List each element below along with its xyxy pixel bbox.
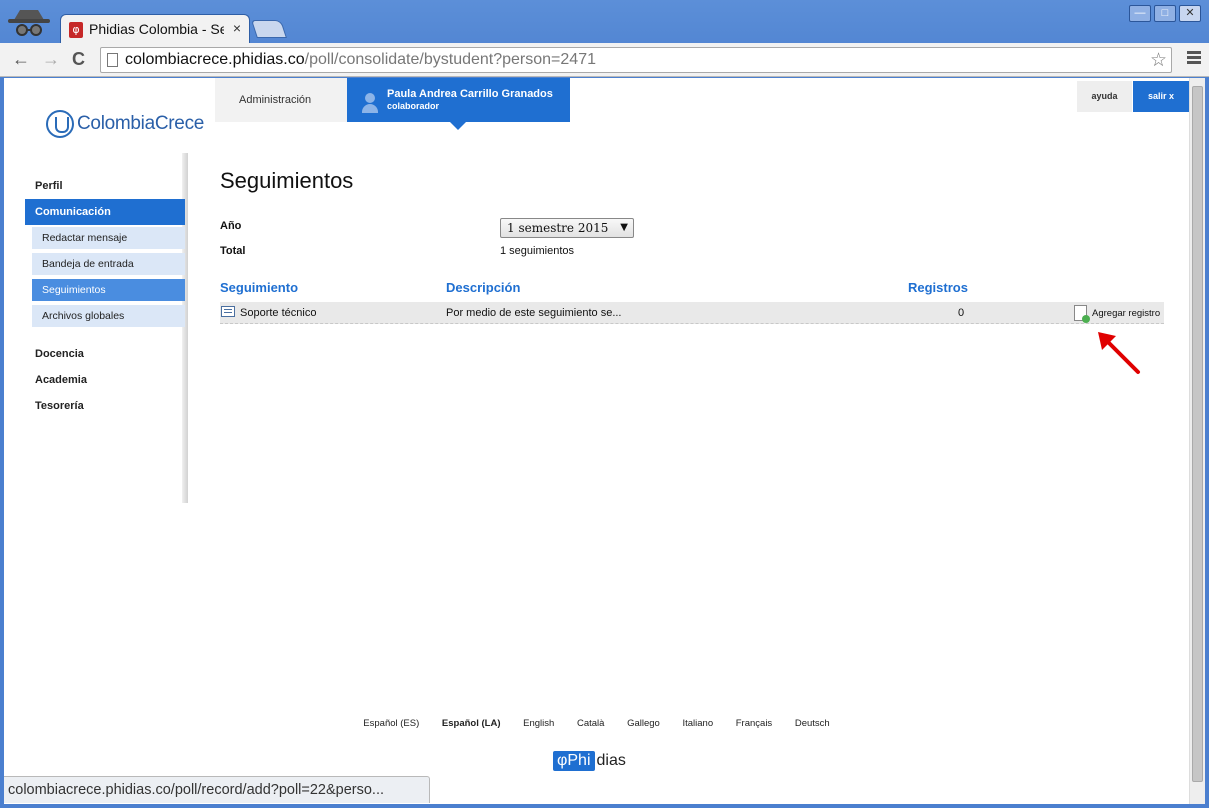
user-avatar-icon <box>362 93 378 113</box>
user-role: colaborador <box>387 101 440 111</box>
lang-it[interactable]: Italiano <box>682 718 713 729</box>
logo-text: ColombiaCrece <box>77 113 205 134</box>
maximize-button[interactable]: □ <box>1154 5 1176 22</box>
tab-title: Phidias Colombia - Se <box>89 21 224 37</box>
phidias-logo-text: dias <box>596 752 626 769</box>
total-value: 1 seguimientos <box>500 245 574 257</box>
user-name: Paula Andrea Carrillo Granados <box>387 88 553 100</box>
phidias-logo-phi: Phi <box>567 752 591 769</box>
nav-administracion-label: Administración <box>239 94 312 106</box>
url-path: /poll/consolidate/bystudent?person=2471 <box>304 51 596 68</box>
lang-gl[interactable]: Gallego <box>627 718 660 729</box>
row-records: 0 <box>958 307 965 319</box>
colombiacrece-logo[interactable]: ColombiaCrece <box>46 110 204 138</box>
lang-de[interactable]: Deutsch <box>795 718 830 729</box>
vertical-scrollbar[interactable] <box>1189 78 1205 804</box>
tab-phidias[interactable]: φ Phidias Colombia - Se × <box>60 14 250 44</box>
sidebar-subitem-redactar[interactable]: Redactar mensaje <box>32 227 185 249</box>
lang-es[interactable]: Español (ES) <box>363 718 419 729</box>
add-record-link[interactable]: Agregar registro <box>1092 308 1160 319</box>
logout-button[interactable]: salir x <box>1133 81 1189 112</box>
phidias-logo-mark: φPhi <box>553 751 595 771</box>
sidebar-item-perfil[interactable]: Perfil <box>25 173 185 199</box>
sidebar-item-tesoreria[interactable]: Tesorería <box>25 393 185 419</box>
sidebar: Perfil Comunicación Redactar mensaje Ban… <box>25 173 185 419</box>
sidebar-subitem-archivos[interactable]: Archivos globales <box>32 305 185 327</box>
col-header-descripcion[interactable]: Descripción <box>446 280 520 295</box>
colombiacrece-logo-icon <box>46 110 74 138</box>
year-select[interactable]: 1 semestre 2015 ▼ <box>500 218 634 238</box>
lang-fr[interactable]: Français <box>736 718 772 729</box>
table-row: Soporte técnico Por medio de este seguim… <box>220 302 1164 324</box>
poll-icon <box>221 306 235 317</box>
page-icon <box>107 53 118 67</box>
row-name[interactable]: Soporte técnico <box>240 307 316 319</box>
browser-menu-icon[interactable] <box>1187 51 1201 66</box>
window-controls: — □ ✕ <box>1129 5 1201 22</box>
dropdown-arrow-icon: ▼ <box>620 222 628 233</box>
nav-pointer <box>450 122 466 130</box>
url-host: colombiacrece.phidias.co <box>125 51 305 68</box>
annotation-arrow-icon <box>1098 332 1140 374</box>
window-frame-bottom <box>0 804 1209 808</box>
add-record-icon[interactable] <box>1074 305 1090 323</box>
total-label: Total <box>220 245 246 257</box>
sidebar-subitem-bandeja[interactable]: Bandeja de entrada <box>32 253 185 275</box>
minimize-button[interactable]: — <box>1129 5 1151 22</box>
lang-en[interactable]: English <box>523 718 554 729</box>
nav-user-profile[interactable]: Paula Andrea Carrillo Granados colaborad… <box>347 78 570 130</box>
main-content: Seguimientos Año 1 semestre 2015 ▼ Total… <box>220 168 1164 324</box>
close-window-button[interactable]: ✕ <box>1179 5 1201 22</box>
sidebar-item-docencia[interactable]: Docencia <box>25 341 185 367</box>
bookmark-star-icon[interactable]: ☆ <box>1150 49 1167 72</box>
tab-close-icon[interactable]: × <box>233 20 241 36</box>
sidebar-item-academia[interactable]: Academia <box>25 367 185 393</box>
address-bar[interactable]: colombiacrece.phidias.co/poll/consolidat… <box>100 47 1172 73</box>
back-icon[interactable]: ← <box>12 49 30 70</box>
forward-icon[interactable]: → <box>42 49 60 70</box>
language-selector: Español (ES) Español (LA) English Català… <box>4 718 1189 729</box>
new-tab-button[interactable] <box>251 20 287 38</box>
page-title: Seguimientos <box>220 168 354 193</box>
phidias-logo[interactable]: φPhi dias <box>553 751 626 771</box>
window-frame-right <box>1205 78 1209 808</box>
sidebar-subitem-seguimientos[interactable]: Seguimientos <box>32 279 185 301</box>
nav-administracion[interactable]: Administración <box>215 78 347 122</box>
col-header-registros[interactable]: Registros <box>908 280 968 295</box>
lang-ca[interactable]: Català <box>577 718 604 729</box>
sidebar-item-comunicacion[interactable]: Comunicación <box>25 199 185 225</box>
status-bar: colombiacrece.phidias.co/poll/record/add… <box>4 776 430 803</box>
year-label: Año <box>220 220 242 232</box>
browser-titlebar: φ Phidias Colombia - Se × — □ ✕ ← → C co… <box>0 0 1209 80</box>
help-button[interactable]: ayuda <box>1077 81 1132 112</box>
browser-toolbar: ← → C colombiacrece.phidias.co/poll/cons… <box>0 43 1209 77</box>
page-content: ColombiaCrece Administración Paula Andre… <box>4 78 1189 804</box>
col-header-seguimiento[interactable]: Seguimiento <box>220 280 298 295</box>
lang-es-la[interactable]: Español (LA) <box>442 718 501 729</box>
reload-icon[interactable]: C <box>72 49 85 70</box>
row-description: Por medio de este seguimiento se... <box>446 307 622 319</box>
url-text: colombiacrece.phidias.co/poll/consolidat… <box>125 51 596 69</box>
phidias-favicon-icon: φ <box>69 22 83 38</box>
sidebar-submenu: Redactar mensaje Bandeja de entrada Segu… <box>25 225 185 341</box>
scrollbar-thumb[interactable] <box>1192 86 1203 782</box>
incognito-icon <box>8 10 50 36</box>
year-select-value: 1 semestre 2015 <box>507 221 609 235</box>
